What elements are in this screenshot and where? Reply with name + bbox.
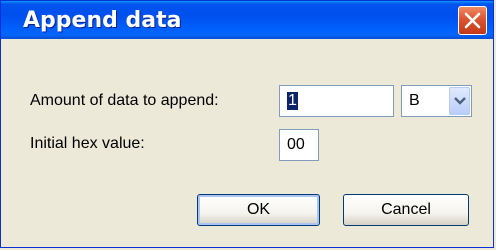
dropdown-button[interactable] (449, 87, 470, 115)
cancel-button[interactable]: Cancel (343, 194, 469, 226)
title-bar[interactable]: Append data (1, 1, 493, 39)
dialog-title: Append data (23, 8, 182, 33)
amount-input[interactable]: 1 (279, 85, 394, 117)
chevron-down-icon (454, 97, 466, 105)
hex-label: Initial hex value: (30, 135, 145, 152)
close-button[interactable] (458, 6, 487, 35)
append-data-dialog: Append data Amount of data to append: 1 … (0, 0, 494, 248)
unit-selected: B (409, 92, 420, 109)
hex-input[interactable]: 00 (279, 129, 319, 161)
dialog-body: Amount of data to append: 1 B Initial he… (4, 39, 490, 244)
amount-label: Amount of data to append: (30, 92, 219, 109)
amount-value: 1 (287, 92, 298, 110)
unit-dropdown[interactable]: B (401, 85, 472, 117)
close-icon (464, 12, 481, 29)
ok-button[interactable]: OK (197, 194, 320, 226)
